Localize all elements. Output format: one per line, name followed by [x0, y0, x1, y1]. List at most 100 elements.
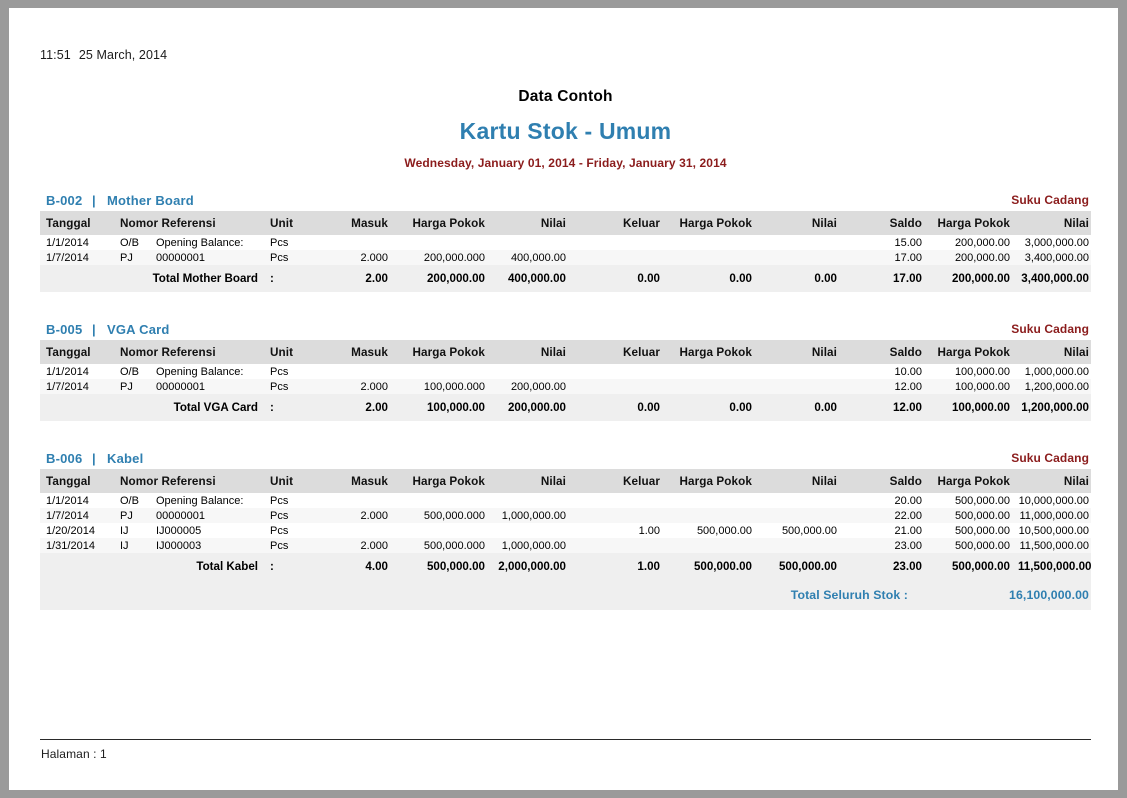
cell-tanggal: 1/7/2014 — [46, 380, 89, 393]
cell-masuk-nilai — [497, 235, 604, 250]
cell-keluar-nilai — [770, 250, 867, 265]
group-total-label: Total VGA Card — [173, 401, 258, 414]
col-keluar-nilai: Nilai — [811, 216, 837, 230]
col-keluar: Keluar — [623, 345, 660, 359]
group-total-masuk: 4.00 — [365, 560, 388, 573]
cell-saldo-nilai: 10,500,000.00 — [1018, 524, 1089, 537]
group-separator: | — [92, 193, 96, 208]
cell-masuk — [332, 493, 400, 508]
col-nomor-referensi: Nomor Referensi — [120, 216, 216, 230]
col-tanggal: Tanggal — [46, 216, 91, 230]
group-category-badge: Suku Cadang — [1011, 193, 1089, 207]
col-tanggal: Tanggal — [46, 474, 91, 488]
table-header-row: Tanggal Nomor Referensi Unit Masuk Harga Pok… — [40, 469, 1091, 493]
col-keluar-harga-pokok: Harga Pokok — [679, 345, 752, 359]
group-category-badge: Suku Cadang — [1011, 451, 1089, 465]
group-total-saldo-harga-pokok: 500,000.00 — [951, 560, 1010, 573]
group-total-colon: : — [270, 560, 274, 573]
col-masuk-harga-pokok: Harga Pokok — [412, 345, 485, 359]
cell-masuk-harga-pokok — [400, 493, 497, 508]
cell-ref-no: Opening Balance: — [156, 365, 244, 378]
group-code: B-006 — [46, 451, 83, 466]
cell-tanggal: 1/1/2014 — [46, 236, 89, 249]
cell-masuk-nilai: 1,000,000.00 — [501, 509, 566, 522]
col-keluar-nilai: Nilai — [811, 474, 837, 488]
cell-masuk: 2.000 — [360, 380, 388, 393]
cell-keluar-nilai — [770, 493, 867, 508]
group-total-saldo-harga-pokok: 200,000.00 — [951, 272, 1010, 285]
group-total-saldo-nilai: 1,200,000.00 — [1021, 401, 1089, 414]
cell-masuk-nilai: 1,000,000.00 — [501, 539, 566, 552]
cell-ref-code: IJ — [120, 524, 129, 537]
group-total-masuk-nilai: 2,000,000.00 — [498, 560, 566, 573]
cell-masuk: 2.000 — [360, 509, 388, 522]
group-separator: | — [92, 451, 96, 466]
cell-saldo-harga-pokok: 500,000.00 — [954, 524, 1010, 537]
grand-total-row: Total Seluruh Stok : 16,100,000.00 — [40, 580, 1091, 610]
group-total-row: Total VGA Card: 2.00 100,000.00 200,000.00 0… — [40, 394, 1091, 421]
table-row: 1/31/2014 IJ IJ000003 Pcs 2.000 500,000.000 1,… — [40, 538, 1091, 553]
group-total-saldo-nilai: 11,500,000.00 — [1018, 560, 1091, 573]
cell-saldo-nilai: 3,400,000.00 — [1024, 251, 1089, 264]
group-total-label: Total Kabel — [196, 560, 258, 573]
cell-saldo-nilai: 3,000,000.00 — [1024, 236, 1089, 249]
cell-tanggal: 1/31/2014 — [46, 539, 95, 552]
cell-masuk-nilai: 200,000.00 — [510, 380, 566, 393]
group-total-saldo-harga-pokok: 100,000.00 — [951, 401, 1010, 414]
cell-keluar: 1.00 — [638, 524, 660, 537]
col-masuk-nilai: Nilai — [540, 345, 566, 359]
cell-ref-code: O/B — [120, 236, 139, 249]
cell-saldo: 20.00 — [894, 494, 922, 507]
group-total-keluar: 0.00 — [637, 401, 660, 414]
cell-masuk-nilai — [497, 493, 604, 508]
cell-ref-code: PJ — [120, 509, 133, 522]
stock-groups: B-002 | Mother Board Suku Cadang Tanggal Nomo… — [40, 190, 1091, 610]
cell-keluar — [604, 493, 672, 508]
cell-saldo-nilai: 1,200,000.00 — [1024, 380, 1089, 393]
cell-keluar — [604, 235, 672, 250]
print-timestamp: 11:51 25 March, 2014 — [40, 48, 167, 62]
cell-saldo-harga-pokok: 200,000.00 — [954, 236, 1010, 249]
table-header-row: Tanggal Nomor Referensi Unit Masuk Harga Pok… — [40, 211, 1091, 235]
cell-saldo-nilai: 11,500,000.00 — [1019, 539, 1089, 552]
cell-unit: Pcs — [270, 524, 289, 537]
cell-keluar-nilai — [770, 364, 867, 379]
cell-keluar-nilai: 500,000.00 — [781, 524, 837, 537]
footer-divider — [40, 739, 1091, 740]
cell-keluar-harga-pokok — [672, 508, 770, 523]
group-total-keluar-harga-pokok: 0.00 — [729, 401, 752, 414]
col-keluar: Keluar — [623, 474, 660, 488]
group-total-colon: : — [270, 401, 274, 414]
col-keluar-harga-pokok: Harga Pokok — [679, 474, 752, 488]
group-header: B-005 | VGA Card Suku Cadang — [40, 319, 1091, 340]
cell-keluar — [604, 538, 672, 553]
col-nomor-referensi: Nomor Referensi — [120, 474, 216, 488]
group-total-keluar-harga-pokok: 0.00 — [729, 272, 752, 285]
group-category-badge: Suku Cadang — [1011, 322, 1089, 336]
cell-unit: Pcs — [270, 539, 289, 552]
cell-masuk-harga-pokok: 500,000.000 — [423, 539, 485, 552]
group-total-row: Total Mother Board: 2.00 200,000.00 400,000… — [40, 265, 1091, 292]
col-unit: Unit — [270, 474, 294, 488]
group-total-masuk-nilai: 400,000.00 — [507, 272, 566, 285]
page-title: Kartu Stok - Umum — [459, 118, 672, 144]
group-total-masuk-harga-pokok: 500,000.00 — [426, 560, 485, 573]
group-total-masuk-nilai: 200,000.00 — [507, 401, 566, 414]
col-saldo-harga-pokok: Harga Pokok — [937, 345, 1010, 359]
col-saldo-harga-pokok: Harga Pokok — [937, 474, 1010, 488]
group-name: Mother Board — [107, 193, 194, 208]
group-total-keluar-nilai: 500,000.00 — [778, 560, 837, 573]
cell-keluar-harga-pokok — [672, 364, 770, 379]
group-total-keluar-nilai: 0.00 — [814, 272, 837, 285]
cell-keluar-nilai — [770, 538, 867, 553]
cell-ref-no: Opening Balance: — [156, 494, 244, 507]
print-time: 11:51 — [40, 48, 71, 62]
col-saldo: Saldo — [889, 216, 922, 230]
cell-keluar-nilai — [770, 508, 867, 523]
col-unit: Unit — [270, 216, 294, 230]
col-masuk: Masuk — [351, 345, 388, 359]
group-total-row: Total Kabel: 4.00 500,000.00 2,000,000.00 1.… — [40, 553, 1091, 580]
col-saldo: Saldo — [889, 345, 922, 359]
cell-ref-no: 00000001 — [156, 380, 205, 393]
